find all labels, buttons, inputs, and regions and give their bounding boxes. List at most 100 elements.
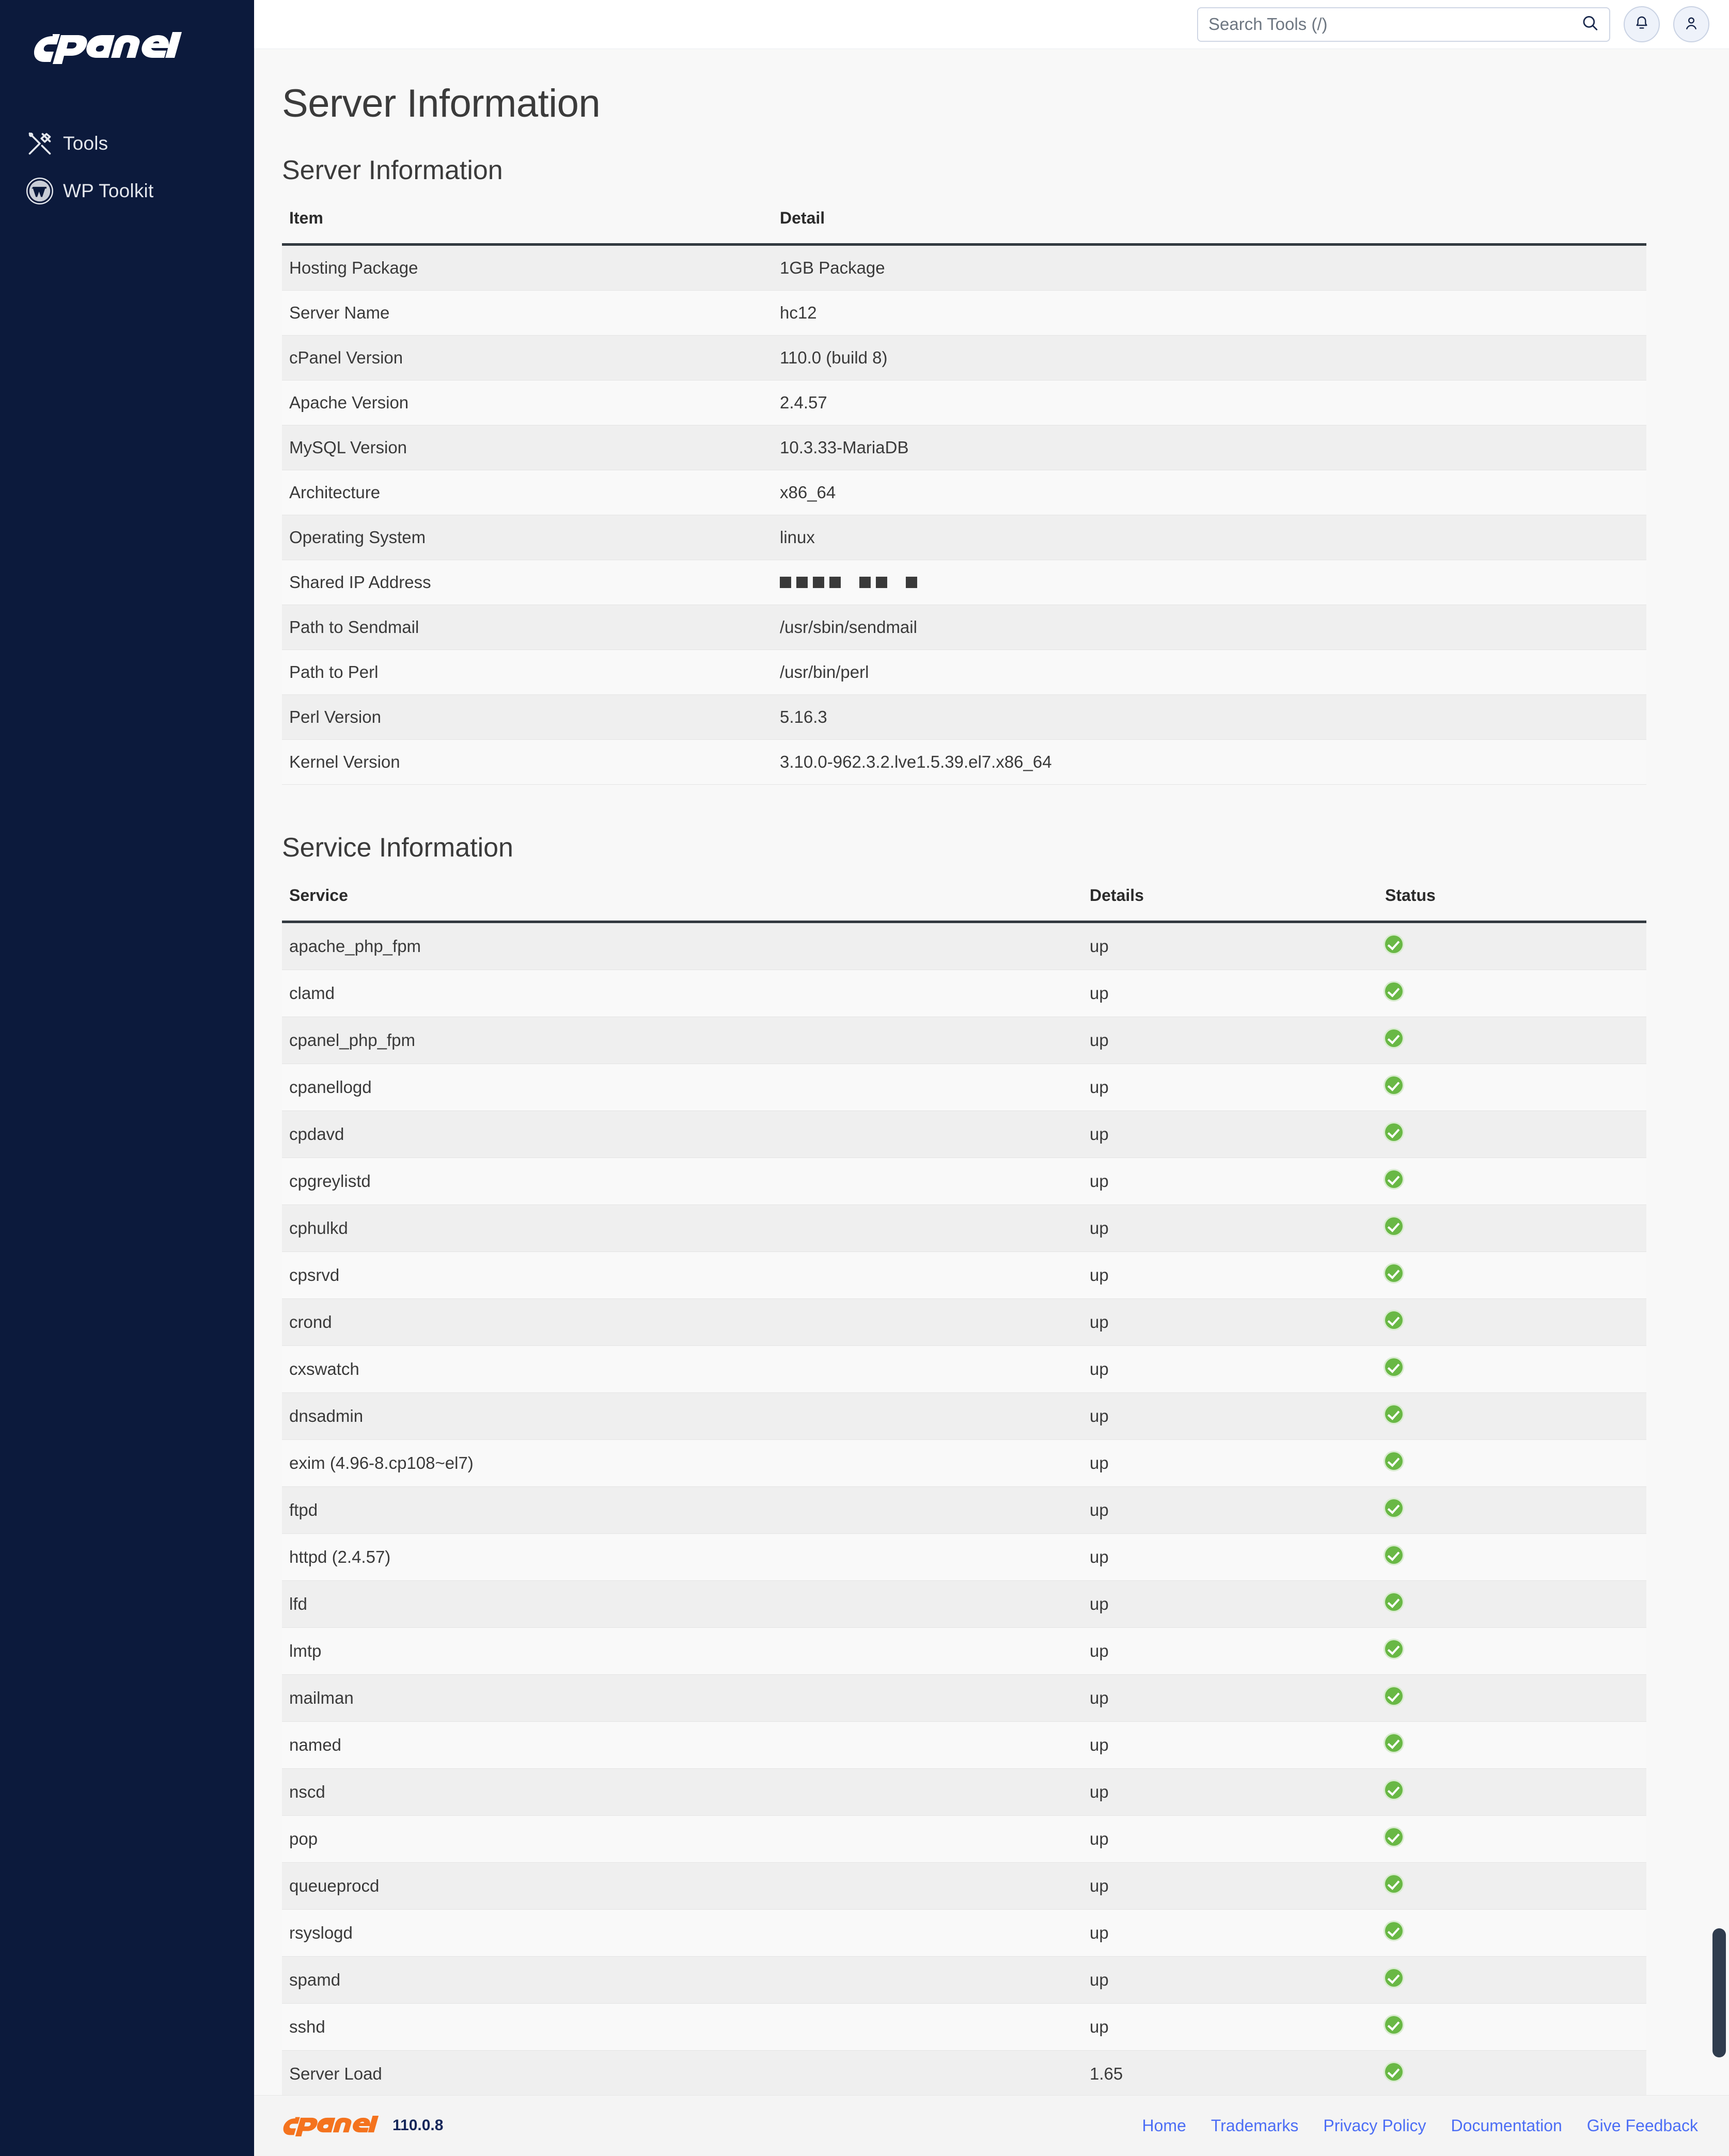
service-name: rsyslogd xyxy=(282,1909,1082,1957)
server-info-detail: hc12 xyxy=(773,290,1646,336)
service-status-cell xyxy=(1378,1158,1646,1205)
service-status-cell xyxy=(1378,1345,1646,1393)
server-info-item: Architecture xyxy=(282,470,773,515)
server-info-detail: 5.16.3 xyxy=(773,694,1646,740)
service-details: up xyxy=(1082,1533,1378,1581)
table-header-row: Item Detail xyxy=(282,204,1646,246)
wordpress-icon xyxy=(24,177,56,205)
top-bar xyxy=(254,0,1729,49)
server-info-item: Path to Perl xyxy=(282,649,773,695)
cpanel-footer-logo-icon xyxy=(283,2115,379,2136)
service-status-cell xyxy=(1378,1111,1646,1158)
status-ok-icon xyxy=(1385,1076,1403,1094)
server-information-heading: Server Information xyxy=(282,155,503,185)
page-scrollbar[interactable] xyxy=(1712,1928,1726,2057)
status-ok-icon xyxy=(1385,936,1403,953)
service-details: up xyxy=(1082,1815,1378,1863)
status-ok-icon xyxy=(1385,1687,1403,1705)
status-ok-icon xyxy=(1385,1452,1403,1470)
footer-links: Home Trademarks Privacy Policy Documentatio… xyxy=(1142,2116,1698,2135)
service-details: up xyxy=(1082,1251,1378,1299)
status-ok-icon xyxy=(1385,1734,1403,1752)
service-name: cxswatch xyxy=(282,1345,1082,1393)
status-ok-icon xyxy=(1385,1781,1403,1799)
sidebar-item-wp-toolkit[interactable]: WP Toolkit xyxy=(0,167,254,215)
status-ok-icon xyxy=(1385,1311,1403,1329)
redacted-value xyxy=(780,577,917,588)
server-info-detail: linux xyxy=(773,515,1646,560)
service-status-cell xyxy=(1378,1815,1646,1863)
service-status-cell xyxy=(1378,2003,1646,2051)
service-details: up xyxy=(1082,1204,1378,1252)
service-name: exim (4.96-8.cp108~el7) xyxy=(282,1439,1082,1487)
service-information-table: Service Details Status apache_php_fpm up c… xyxy=(282,882,1646,2156)
service-name: ftpd xyxy=(282,1486,1082,1534)
service-details: up xyxy=(1082,1064,1378,1111)
column-header-detail: Detail xyxy=(773,204,1646,246)
service-details: up xyxy=(1082,1909,1378,1957)
sidebar-item-tools[interactable]: Tools xyxy=(0,120,254,167)
status-ok-icon xyxy=(1385,982,1403,1000)
service-status-cell xyxy=(1378,1627,1646,1675)
service-details: up xyxy=(1082,1486,1378,1534)
sidebar: Tools WP Toolkit xyxy=(0,0,254,2156)
footer-version: 110.0.8 xyxy=(392,2116,444,2134)
table-row: cpdavd up xyxy=(282,1111,1646,1158)
status-ok-icon xyxy=(1385,1593,1403,1611)
service-name: cpanel_php_fpm xyxy=(282,1017,1082,1064)
table-row: Perl Version 5.16.3 xyxy=(282,694,1646,740)
footer-link[interactable]: Give Feedback xyxy=(1587,2116,1698,2135)
service-name: apache_php_fpm xyxy=(282,922,1082,970)
server-information-table: Item Detail Hosting Package 1GB Package Se… xyxy=(282,204,1646,785)
table-row: cpanel_php_fpm up xyxy=(282,1017,1646,1064)
service-name: cpgreylistd xyxy=(282,1158,1082,1205)
service-status-cell xyxy=(1378,1439,1646,1487)
status-ok-icon xyxy=(1385,1029,1403,1047)
table-row: cxswatch up xyxy=(282,1345,1646,1393)
server-info-item: Shared IP Address xyxy=(282,560,773,605)
sidebar-brand-logo[interactable] xyxy=(0,18,254,95)
table-row: dnsadmin up xyxy=(282,1392,1646,1440)
service-status-cell xyxy=(1378,1956,1646,2004)
service-details: up xyxy=(1082,1392,1378,1440)
table-row: MySQL Version 10.3.33-MariaDB xyxy=(282,425,1646,470)
service-name: dnsadmin xyxy=(282,1392,1082,1440)
footer-link[interactable]: Documentation xyxy=(1451,2116,1562,2135)
status-ok-icon xyxy=(1385,1405,1403,1423)
status-ok-icon xyxy=(1385,1969,1403,1987)
table-row: exim (4.96-8.cp108~el7) up xyxy=(282,1439,1646,1487)
account-button[interactable] xyxy=(1673,6,1709,42)
service-details: up xyxy=(1082,1439,1378,1487)
notifications-button[interactable] xyxy=(1624,6,1660,42)
table-row: spamd up xyxy=(282,1956,1646,2004)
service-name: cpdavd xyxy=(282,1111,1082,1158)
table-row: queueprocd up xyxy=(282,1862,1646,1910)
server-info-detail: /usr/bin/perl xyxy=(773,649,1646,695)
service-name: cpanellogd xyxy=(282,1064,1082,1111)
service-name: cphulkd xyxy=(282,1204,1082,1252)
table-row: cpsrvd up xyxy=(282,1251,1646,1299)
service-status-cell xyxy=(1378,1674,1646,1722)
footer-link[interactable]: Trademarks xyxy=(1211,2116,1299,2135)
column-header-service: Service xyxy=(282,882,1082,923)
table-row: Architecture x86_64 xyxy=(282,470,1646,515)
server-info-detail: 110.0 (build 8) xyxy=(773,335,1646,381)
main-area: Server Information Server Information It… xyxy=(254,0,1729,2156)
table-row: named up xyxy=(282,1721,1646,1769)
service-status-cell xyxy=(1378,1392,1646,1440)
table-row: Shared IP Address xyxy=(282,560,1646,605)
search-input[interactable] xyxy=(1197,7,1610,42)
page-title: Server Information xyxy=(282,82,601,125)
footer-link[interactable]: Privacy Policy xyxy=(1323,2116,1426,2135)
service-details: up xyxy=(1082,1017,1378,1064)
service-name: spamd xyxy=(282,1956,1082,2004)
service-information-heading: Service Information xyxy=(282,833,513,863)
service-details: up xyxy=(1082,1862,1378,1910)
service-details: up xyxy=(1082,2003,1378,2051)
footer-link[interactable]: Home xyxy=(1142,2116,1186,2135)
column-header-status: Status xyxy=(1378,882,1646,923)
column-header-item: Item xyxy=(282,204,773,246)
service-status-cell xyxy=(1378,1533,1646,1581)
table-row: Path to Sendmail/usr/sbin/sendmail xyxy=(282,605,1646,650)
server-info-item: Kernel Version xyxy=(282,739,773,785)
